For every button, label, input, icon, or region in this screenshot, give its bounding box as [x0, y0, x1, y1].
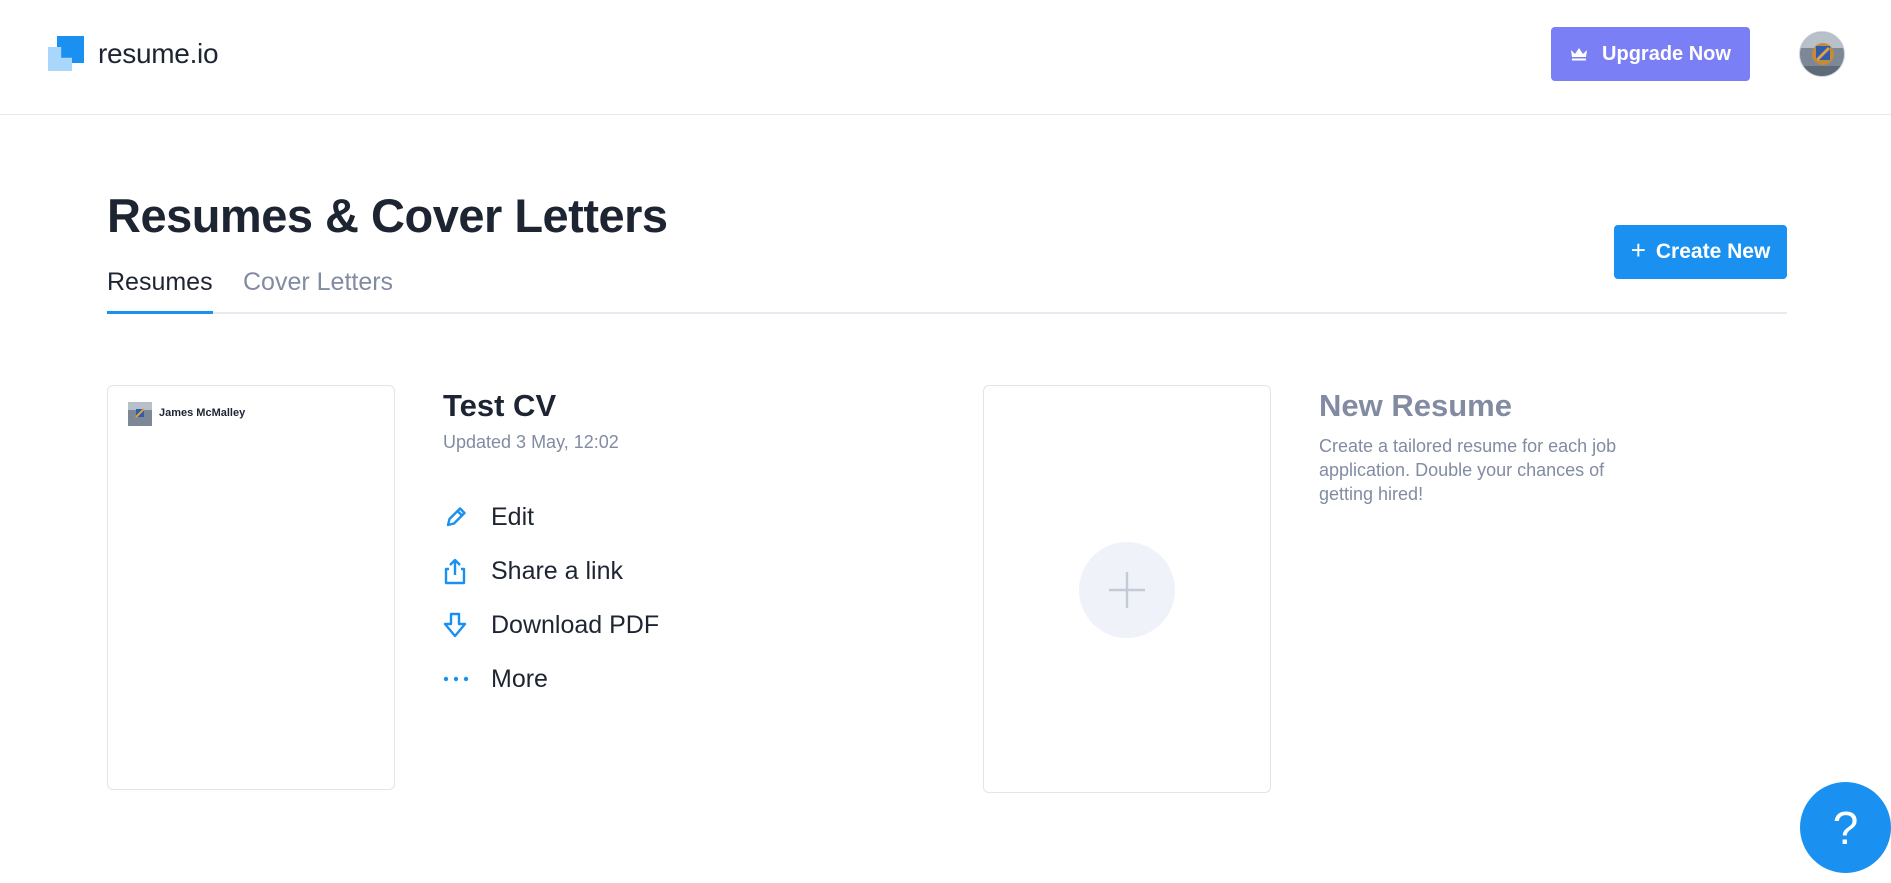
- tab-cover-letters[interactable]: Cover Letters: [243, 268, 393, 309]
- document-tabs: Resumes Cover Letters: [107, 268, 1787, 314]
- edit-label: Edit: [491, 502, 535, 531]
- tab-resumes[interactable]: Resumes: [107, 268, 213, 314]
- resume-preview-thumbnail[interactable]: James McMalley: [107, 385, 395, 790]
- download-icon: [443, 610, 479, 640]
- new-resume-card[interactable]: [983, 385, 1271, 793]
- logo[interactable]: resume.io: [48, 36, 219, 72]
- user-avatar[interactable]: [1799, 31, 1845, 77]
- share-link-action[interactable]: Share a link: [443, 544, 659, 598]
- resume-updated-timestamp: Updated 3 May, 12:02: [443, 432, 619, 452]
- pencil-icon: [443, 502, 479, 532]
- avatar-image: [1800, 32, 1844, 76]
- preview-photo: [128, 402, 152, 426]
- share-icon: [443, 556, 479, 586]
- preview-name: James McMalley: [159, 407, 246, 419]
- download-pdf-label: Download PDF: [491, 610, 660, 639]
- page-title: Resumes & Cover Letters: [107, 189, 668, 242]
- new-resume-title[interactable]: New Resume: [1319, 388, 1659, 424]
- more-label: More: [491, 664, 548, 693]
- question-icon: ?: [1832, 801, 1859, 854]
- edit-action[interactable]: Edit: [443, 490, 659, 544]
- upgrade-now-button[interactable]: Upgrade Now: [1551, 27, 1750, 81]
- logo-icon: [48, 36, 84, 72]
- share-link-label: Share a link: [491, 556, 624, 585]
- plus-icon: [1079, 542, 1175, 638]
- plus-icon: +: [1630, 234, 1646, 265]
- more-icon: [443, 664, 479, 694]
- new-resume-description: Create a tailored resume for each job ap…: [1319, 436, 1617, 504]
- create-new-label: Create New: [1655, 240, 1771, 263]
- new-resume-info: New Resume Create a tailored resume for …: [1319, 388, 1659, 506]
- resume-title[interactable]: Test CV: [443, 388, 619, 424]
- more-action[interactable]: More: [443, 652, 659, 706]
- crown-icon: [1571, 48, 1588, 61]
- resume-info: Test CV Updated 3 May, 12:02: [443, 388, 619, 453]
- logo-text: resume.io: [98, 38, 219, 69]
- upgrade-now-label: Upgrade Now: [1602, 42, 1731, 65]
- help-button[interactable]: ?: [1800, 782, 1891, 873]
- top-header: resume.io Upgrade Now: [0, 0, 1891, 115]
- resume-actions: Edit Share a link Download PDF More: [443, 490, 659, 706]
- download-pdf-action[interactable]: Download PDF: [443, 598, 659, 652]
